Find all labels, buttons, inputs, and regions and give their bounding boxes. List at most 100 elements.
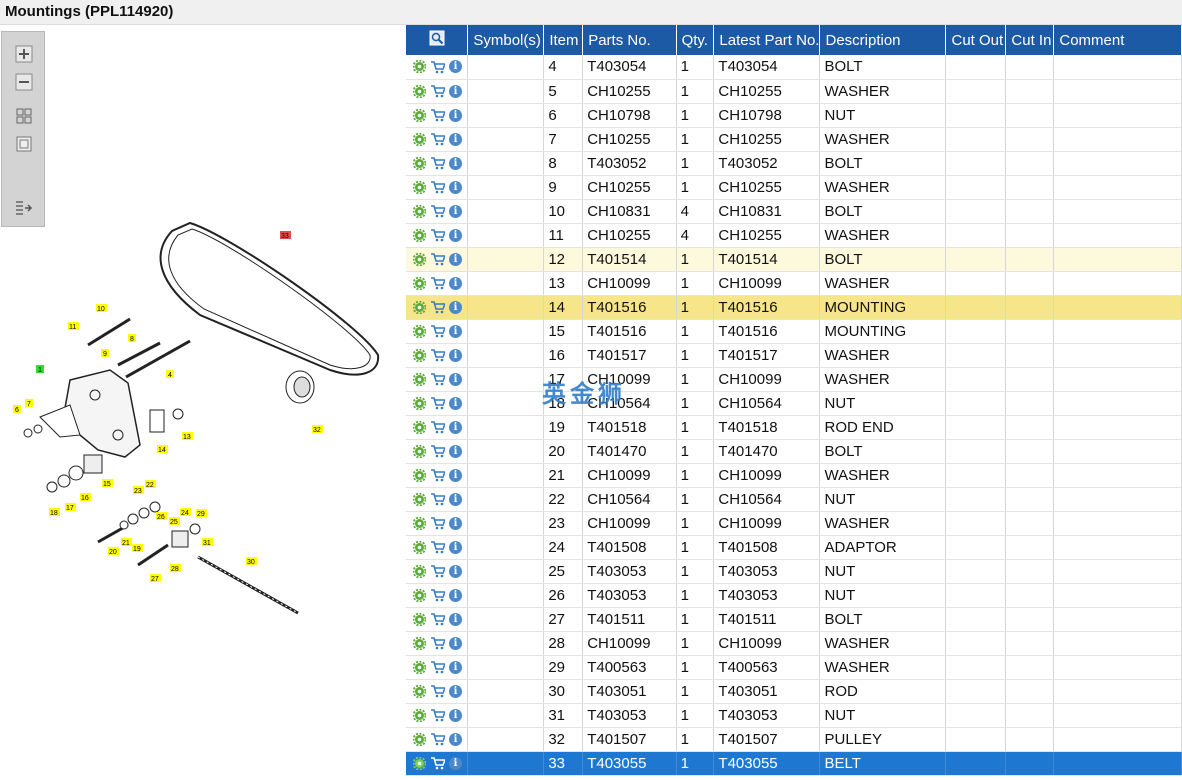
info-icon[interactable]: i — [448, 372, 463, 387]
table-row[interactable]: i 24 T401508 1 T401508 ADAPTOR — [406, 535, 1182, 560]
table-row[interactable]: i 8 T403052 1 T403052 BOLT — [406, 151, 1182, 176]
table-row[interactable]: i 15 T401516 1 T401516 MOUNTING — [406, 319, 1182, 344]
cart-icon[interactable] — [430, 59, 445, 74]
table-row[interactable]: i 31 T403053 1 T403053 NUT — [406, 703, 1182, 728]
table-row[interactable]: i 9 CH10255 1 CH10255 WASHER — [406, 175, 1182, 200]
cart-icon[interactable] — [430, 636, 445, 651]
table-row[interactable]: i 16 T401517 1 T401517 WASHER — [406, 343, 1182, 368]
cart-icon[interactable] — [430, 588, 445, 603]
cart-icon[interactable] — [430, 300, 445, 315]
gear-icon[interactable] — [412, 732, 427, 747]
gear-icon[interactable] — [412, 540, 427, 555]
cart-icon[interactable] — [430, 396, 445, 411]
info-icon[interactable]: i — [448, 588, 463, 603]
cart-icon[interactable] — [430, 84, 445, 99]
info-icon[interactable]: i — [448, 756, 463, 771]
table-row[interactable]: i 11 CH10255 4 CH10255 WASHER — [406, 223, 1182, 248]
info-icon[interactable]: i — [448, 204, 463, 219]
info-icon[interactable]: i — [448, 516, 463, 531]
table-row[interactable]: i 10 CH10831 4 CH10831 BOLT — [406, 199, 1182, 224]
gear-icon[interactable] — [412, 84, 427, 99]
info-icon[interactable]: i — [448, 84, 463, 99]
column-header-item[interactable]: Item — [543, 25, 584, 55]
gear-icon[interactable] — [412, 492, 427, 507]
info-icon[interactable]: i — [448, 732, 463, 747]
column-header-cut-out[interactable]: Cut Out — [945, 25, 1007, 55]
cart-icon[interactable] — [430, 156, 445, 171]
gear-icon[interactable] — [412, 444, 427, 459]
gear-icon[interactable] — [412, 108, 427, 123]
cart-icon[interactable] — [430, 108, 445, 123]
info-icon[interactable]: i — [448, 468, 463, 483]
info-icon[interactable]: i — [448, 132, 463, 147]
gear-icon[interactable] — [412, 516, 427, 531]
table-row[interactable]: i 25 T403053 1 T403053 NUT — [406, 559, 1182, 584]
column-header-parts-no[interactable]: Parts No. — [582, 25, 677, 55]
info-icon[interactable]: i — [448, 636, 463, 651]
gear-icon[interactable] — [412, 180, 427, 195]
cart-icon[interactable] — [430, 204, 445, 219]
cart-icon[interactable] — [430, 468, 445, 483]
table-row[interactable]: i 27 T401511 1 T401511 BOLT — [406, 607, 1182, 632]
gear-icon[interactable] — [412, 276, 427, 291]
info-icon[interactable]: i — [448, 492, 463, 507]
table-row[interactable]: i 13 CH10099 1 CH10099 WASHER — [406, 271, 1182, 296]
table-row[interactable]: i 19 T401518 1 T401518 ROD END — [406, 415, 1182, 440]
gear-icon[interactable] — [412, 756, 427, 771]
info-icon[interactable]: i — [448, 420, 463, 435]
table-row[interactable]: i 5 CH10255 1 CH10255 WASHER — [406, 79, 1182, 104]
cart-icon[interactable] — [430, 132, 445, 147]
cart-icon[interactable] — [430, 276, 445, 291]
column-header-symbols[interactable]: Symbol(s) — [467, 25, 545, 55]
info-icon[interactable]: i — [448, 396, 463, 411]
gear-icon[interactable] — [412, 612, 427, 627]
table-row[interactable]: i 23 CH10099 1 CH10099 WASHER — [406, 511, 1182, 536]
gear-icon[interactable] — [412, 420, 427, 435]
info-icon[interactable]: i — [448, 156, 463, 171]
cart-icon[interactable] — [430, 444, 445, 459]
gear-icon[interactable] — [412, 228, 427, 243]
cart-icon[interactable] — [430, 564, 445, 579]
table-row[interactable]: i 4 T403054 1 T403054 BOLT — [406, 55, 1182, 80]
info-icon[interactable]: i — [448, 348, 463, 363]
cart-icon[interactable] — [430, 540, 445, 555]
table-row[interactable]: i 21 CH10099 1 CH10099 WASHER — [406, 463, 1182, 488]
table-row[interactable]: i 22 CH10564 1 CH10564 NUT — [406, 487, 1182, 512]
table-row[interactable]: i 6 CH10798 1 CH10798 NUT — [406, 103, 1182, 128]
info-icon[interactable]: i — [448, 228, 463, 243]
table-row[interactable]: i 26 T403053 1 T403053 NUT — [406, 583, 1182, 608]
column-header-latest-part-no[interactable]: Latest Part No. — [713, 25, 821, 55]
info-icon[interactable]: i — [448, 684, 463, 699]
cart-icon[interactable] — [430, 180, 445, 195]
gear-icon[interactable] — [412, 588, 427, 603]
column-header-description[interactable]: Description — [819, 25, 947, 55]
info-icon[interactable]: i — [448, 540, 463, 555]
cart-icon[interactable] — [430, 516, 445, 531]
table-row[interactable]: i 7 CH10255 1 CH10255 WASHER — [406, 127, 1182, 152]
gear-icon[interactable] — [412, 372, 427, 387]
info-icon[interactable]: i — [448, 180, 463, 195]
table-row[interactable]: i 33 T403055 1 T403055 BELT — [406, 751, 1182, 776]
gear-icon[interactable] — [412, 204, 427, 219]
gear-icon[interactable] — [412, 396, 427, 411]
gear-icon[interactable] — [412, 660, 427, 675]
cart-icon[interactable] — [430, 732, 445, 747]
table-row[interactable]: i 17 CH10099 1 CH10099 WASHER — [406, 367, 1182, 392]
cart-icon[interactable] — [430, 324, 445, 339]
table-search-icon[interactable] — [429, 30, 445, 46]
gear-icon[interactable] — [412, 468, 427, 483]
gear-icon[interactable] — [412, 564, 427, 579]
cart-icon[interactable] — [430, 372, 445, 387]
cart-icon[interactable] — [430, 612, 445, 627]
column-header-comment[interactable]: Comment — [1053, 25, 1182, 55]
info-icon[interactable]: i — [448, 108, 463, 123]
gear-icon[interactable] — [412, 156, 427, 171]
info-icon[interactable]: i — [448, 276, 463, 291]
column-header-cut-in[interactable]: Cut In — [1005, 25, 1055, 55]
info-icon[interactable]: i — [448, 612, 463, 627]
gear-icon[interactable] — [412, 59, 427, 74]
gear-icon[interactable] — [412, 252, 427, 267]
info-icon[interactable]: i — [448, 300, 463, 315]
table-row[interactable]: i 30 T403051 1 T403051 ROD — [406, 679, 1182, 704]
column-header-qty[interactable]: Qty. — [676, 25, 715, 55]
